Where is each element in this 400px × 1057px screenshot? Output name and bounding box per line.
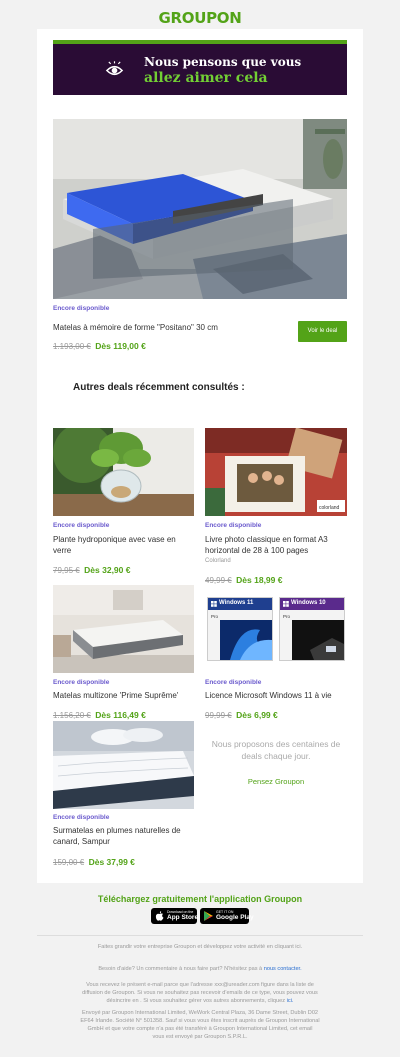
promo-text: Nous proposons des centaines de deals ch… — [211, 739, 341, 761]
windows11-box: Windows 11 Pro — [207, 597, 273, 661]
deal-title[interactable]: Surmatelas en plumes naturelles de canar… — [53, 825, 193, 847]
deal-availability: Encore disponible — [53, 814, 110, 821]
windows10-wallpaper — [292, 620, 344, 660]
featured-deal-image[interactable] — [53, 119, 347, 299]
deal-image-windows[interactable]: Windows 11 Pro Windows 10 Pro — [205, 595, 347, 663]
banner-line1: Nous pensons que vous — [144, 55, 302, 69]
footer-legal-2-line2: EF64 Irlande. Société N° 501358. Sauf si… — [80, 1018, 320, 1024]
windows10-label: Windows 10 — [291, 600, 326, 606]
deal-price-old: 79,95 € — [53, 566, 80, 575]
footer-legal-1-line3: désincrire en . Si vous souhaitez gérer … — [106, 998, 286, 1004]
deal-price: 49,99 € Dès 18,99 € — [205, 570, 282, 588]
footer-legal-1-line2: diffusion de Groupon. Si vous ne souhait… — [82, 990, 318, 996]
footer-help: Besoin d'aide? Un commentaire à nous fai… — [60, 965, 340, 973]
app-download-title: Téléchargez gratuitement l'application G… — [97, 894, 303, 904]
windows-logo-icon — [211, 601, 217, 607]
deal-availability: Encore disponible — [53, 679, 110, 686]
deal-price-new: Dès 18,99 € — [236, 575, 283, 585]
app-store-badge[interactable]: Download on the App Store — [151, 908, 199, 924]
mattress-image — [53, 119, 347, 299]
footer-legal-2-line1: Envoyé par Groupon International Limited… — [81, 1010, 319, 1016]
google-play-label: Google Play — [216, 914, 254, 921]
deal-title-line2: verre — [53, 546, 72, 555]
deal-title[interactable]: Licence Microsoft Windows 11 à vie — [205, 690, 347, 701]
footer-help-text: Besoin d'aide? Un commentaire à nous fai… — [98, 966, 263, 972]
deal-title-line1: Matelas multizone 'Prime Suprême' — [53, 691, 179, 700]
featured-price-old: 1.193,00 € — [53, 342, 91, 351]
recommendation-banner: Nous pensons que vous allez aimer cela — [53, 40, 347, 95]
deal-image-photobook[interactable]: colorland — [205, 428, 347, 516]
view-deal-button[interactable]: Voir le deal — [298, 321, 347, 342]
apple-icon — [155, 911, 164, 921]
deal-price-new: Dès 37,99 € — [88, 857, 135, 867]
groupon-logo[interactable]: GROUPON — [0, 9, 400, 27]
deal-price-old: 49,99 € — [205, 576, 232, 585]
footer-legal-1-line1: Vous recevez le présent e-mail parce que… — [86, 982, 314, 988]
windows11-label: Windows 11 — [219, 600, 254, 606]
deal-title-line1: Livre photo classique en format A3 — [205, 535, 328, 544]
featured-availability: Encore disponible — [53, 305, 110, 312]
windows10-pro: Pro — [283, 614, 291, 619]
deal-image-mattress[interactable] — [53, 585, 194, 673]
footer-business-text[interactable]: Faites grandir votre entreprise Groupon … — [60, 943, 340, 951]
banner-line2: allez aimer cela — [144, 70, 268, 86]
contact-link[interactable]: nous contacter. — [264, 966, 302, 972]
footer-legal-1: Vous recevez le présent e-mail parce que… — [60, 981, 340, 1005]
deal-price-old: 99,99 € — [205, 711, 232, 720]
promo-link[interactable]: Pensez Groupon — [205, 777, 347, 786]
deal-title-line2: horizontal de 28 à 100 pages — [205, 546, 309, 555]
google-play-icon — [204, 911, 213, 921]
footer-legal-2-line4: vous est envoyé par Groupon S.P.R.L. — [152, 1034, 248, 1040]
deal-title-line1: Surmatelas en plumes naturelles de — [53, 826, 181, 835]
deal-title-line1: Licence Microsoft Windows 11 à vie — [205, 691, 332, 700]
deal-price-new: Dès 6,99 € — [236, 710, 278, 720]
email-card: Nous pensons que vous allez aimer cela E… — [37, 29, 363, 883]
deal-price: 79,95 € Dès 32,90 € — [53, 560, 130, 578]
deal-availability: Encore disponible — [205, 679, 262, 686]
deal-title-line2: canard, Sampur — [53, 837, 110, 846]
deal-title[interactable]: Livre photo classique en format A3 horiz… — [205, 534, 347, 556]
deal-price: 99,99 € Dès 6,99 € — [205, 705, 278, 723]
deal-price: 159,00 € Dès 37,99 € — [53, 852, 135, 870]
deal-availability: Encore disponible — [205, 522, 262, 529]
windows-logo-icon — [283, 601, 289, 607]
footer-divider — [37, 935, 363, 936]
featured-title[interactable]: Matelas à mémoire de forme "Positano" 30… — [53, 322, 218, 333]
google-play-badge[interactable]: GET IT ON Google Play — [200, 908, 254, 924]
app-store-label: App Store — [167, 914, 199, 921]
deal-image-topper[interactable] — [53, 721, 194, 809]
windows10-box: Windows 10 Pro — [279, 597, 345, 661]
footer-legal-2: Envoyé par Groupon International Limited… — [60, 1009, 340, 1041]
featured-price-new: Dès 119,00 € — [95, 341, 146, 351]
footer-legal-2-line3: GmbH et que votre compte n'a pas été tra… — [87, 1026, 313, 1032]
featured-price: 1.193,00 € Dès 119,00 € — [53, 336, 146, 354]
deal-title-line1: Plante hydroponique avec vase en — [53, 535, 176, 544]
deal-brand: Colorland — [205, 558, 231, 564]
deal-image-plant[interactable] — [53, 428, 194, 516]
deal-price-old: 159,00 € — [53, 858, 85, 867]
deal-price-new: Dès 116,49 € — [95, 710, 146, 720]
deal-availability: Encore disponible — [53, 522, 110, 529]
windows11-bloom — [220, 620, 272, 660]
section-title: Autres deals récemment consultés : — [73, 382, 245, 393]
deal-title[interactable]: Matelas multizone 'Prime Suprême' — [53, 690, 193, 701]
eye-icon — [105, 61, 124, 76]
deal-price-old: 1.156,20 € — [53, 711, 91, 720]
deal-price-new: Dès 32,90 € — [84, 565, 131, 575]
windows11-pro: Pro — [211, 614, 219, 619]
manage-subscriptions-link[interactable]: ici. — [287, 998, 294, 1004]
deal-title[interactable]: Plante hydroponique avec vase en verre — [53, 534, 193, 556]
photo-brand-text: colorland — [319, 505, 340, 511]
